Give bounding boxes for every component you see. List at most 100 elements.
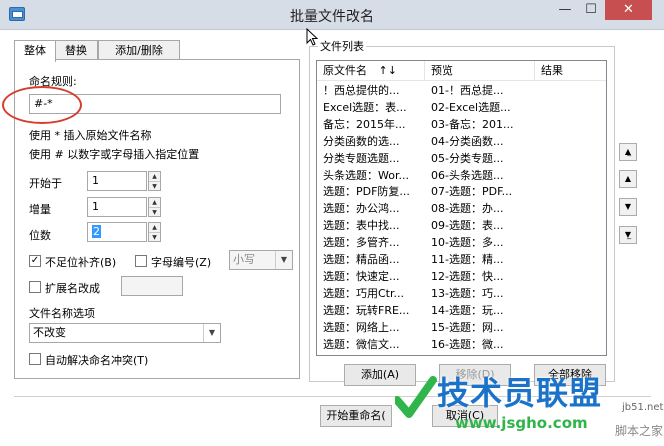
name-option-select[interactable]: 不改变 ▼ xyxy=(29,323,221,343)
digits-label: 位数 xyxy=(29,229,51,242)
tab-replace[interactable]: 替换 xyxy=(54,40,98,61)
preview-name-cell: 14-选题：玩... xyxy=(431,303,504,317)
tab-overall[interactable]: 整体 xyxy=(14,40,56,62)
name-option-value: 不改变 xyxy=(33,326,66,339)
list-item[interactable]: 分类专题选题... 05-分类专题... xyxy=(317,151,606,167)
file-list[interactable]: 原文件名 ↑↓ 预览 结果 ！西总提供的... 01-！西总提... Excel选题… xyxy=(316,60,607,356)
sort-icon[interactable]: ↑↓ xyxy=(379,64,397,77)
list-item[interactable]: 选题：玩转FRE... 14-选题：玩... xyxy=(317,303,606,319)
preview-name-cell: 11-选题：精... xyxy=(431,253,504,266)
column-original-label: 原文件名 xyxy=(323,64,367,77)
list-item[interactable]: 选题：精品函... 11-选题：精... xyxy=(317,252,606,268)
original-name-cell: 选题：网络上... xyxy=(323,320,400,334)
original-name-cell: 分类函数的选... xyxy=(323,134,400,148)
original-name-cell: 选题：玩转FRE... xyxy=(323,303,410,317)
increment-spinner[interactable]: ▲ ▼ xyxy=(148,197,161,217)
preview-name-cell: 09-选题：表... xyxy=(431,219,504,233)
spin-up-icon[interactable]: ▲ xyxy=(149,223,160,233)
chevron-down-icon: ▼ xyxy=(275,251,292,269)
move-down-button[interactable]: ▼ xyxy=(619,198,637,216)
start-rename-button[interactable]: 开始重命名( xyxy=(320,405,392,427)
rule-hint-hash: 使用 # 以数字或字母插入指定位置 xyxy=(29,148,200,161)
highlight-ring xyxy=(2,86,82,124)
original-name-cell: 选题：表中找... xyxy=(323,219,400,233)
list-item[interactable]: 备忘：2015年... 03-备忘：201... xyxy=(317,117,606,133)
preview-name-cell: 04-分类函数... xyxy=(431,134,504,148)
watermark-corner: 脚本之家 xyxy=(615,424,664,438)
column-preview[interactable]: 预览 xyxy=(425,61,535,81)
list-item[interactable]: ！西总提供的... 01-！西总提... xyxy=(317,83,606,99)
list-item[interactable]: 选题：网络上... 15-选题：网... xyxy=(317,320,606,336)
list-item[interactable]: 选题：微信文... 16-选题：微... xyxy=(317,337,606,353)
list-item[interactable]: 选题：表中找... 09-选题：表... xyxy=(317,218,606,234)
watermark-site: jb51.net xyxy=(622,402,664,413)
minimize-button[interactable]: — xyxy=(552,0,578,20)
move-top-button[interactable]: ▲̲ xyxy=(619,143,637,161)
start-spinner[interactable]: ▲ ▼ xyxy=(148,171,161,191)
digits-value: 2 xyxy=(92,225,101,238)
chevron-down-icon: ▼ xyxy=(203,324,220,342)
ext-label: 扩展名改成 xyxy=(45,282,100,295)
digits-spinner[interactable]: ▲ ▼ xyxy=(148,222,161,242)
original-name-cell: 选题：办公鸿... xyxy=(323,202,400,216)
watermark: 技术员联盟 www.jsgho.com jb51.net 脚本之家 xyxy=(393,358,664,443)
mouse-cursor-icon xyxy=(306,28,318,46)
list-item[interactable]: 选题：快速定... 12-选题：快... xyxy=(317,269,606,285)
tab-add-delete[interactable]: 添加/删除 xyxy=(98,40,180,61)
original-name-cell: 选题：精品函... xyxy=(323,253,400,266)
maximize-button[interactable]: ☐ xyxy=(578,0,604,20)
list-item[interactable]: 头条选题：Wor... 06-头条选题... xyxy=(317,168,606,184)
preview-name-cell: 02-Excel选题... xyxy=(431,100,511,114)
list-item[interactable]: 分类函数的选... 04-分类函数... xyxy=(317,134,606,150)
original-name-cell: 头条选题：Wor... xyxy=(323,168,409,182)
original-name-cell: 选题：PDF防复... xyxy=(323,185,410,199)
list-item[interactable]: Excel选题：表... 02-Excel选题... xyxy=(317,100,606,116)
rule-hint-star: 使用 * 插入原始文件名称 xyxy=(29,129,152,142)
preview-name-cell: 13-选题：巧... xyxy=(431,286,504,300)
file-list-title: 文件列表 xyxy=(318,38,366,54)
move-bottom-button[interactable]: ▼̲ xyxy=(619,226,637,244)
auto-checkbox[interactable] xyxy=(29,353,41,365)
watermark-url: www.jsgho.com xyxy=(455,414,588,432)
list-item[interactable]: 选题：办公鸿... 08-选题：办... xyxy=(317,201,606,217)
spin-down-icon[interactable]: ▼ xyxy=(149,208,160,217)
original-name-cell: ！西总提供的... xyxy=(323,84,400,97)
spin-up-icon[interactable]: ▲ xyxy=(149,198,160,208)
preview-name-cell: 16-选题：微... xyxy=(431,337,504,351)
preview-name-cell: 08-选题：办... xyxy=(431,202,504,216)
original-name-cell: 选题：多管齐... xyxy=(323,236,400,250)
column-result[interactable]: 结果 xyxy=(535,61,606,81)
list-item[interactable]: 选题：多管齐... 10-选题：多... xyxy=(317,235,606,251)
list-item[interactable]: 选题：PDF防复... 07-选题：PDF... xyxy=(317,184,606,200)
preview-name-cell: 01-！西总提... xyxy=(431,84,504,97)
spin-down-icon[interactable]: ▼ xyxy=(149,182,160,191)
original-name-cell: 选题：微信文... xyxy=(323,337,400,351)
original-name-cell: 备忘：2015年... xyxy=(323,117,406,131)
list-item[interactable]: 选题：巧用Ctr... 13-选题：巧... xyxy=(317,286,606,302)
close-button[interactable]: ✕ xyxy=(605,0,652,20)
letter-case-value: 小写 xyxy=(233,253,255,266)
increment-input[interactable]: 1 xyxy=(87,197,147,217)
column-original[interactable]: 原文件名 ↑↓ xyxy=(317,61,425,81)
original-name-cell: 选题：快速定... xyxy=(323,269,400,283)
original-name-cell: Excel选题：表... xyxy=(323,100,407,114)
spin-down-icon[interactable]: ▼ xyxy=(149,233,160,242)
digits-input[interactable]: 2 xyxy=(87,222,147,242)
preview-name-cell: 15-选题：网... xyxy=(431,320,504,334)
spin-up-icon[interactable]: ▲ xyxy=(149,172,160,182)
original-name-cell: 选题：巧用Ctr... xyxy=(323,286,404,300)
pad-checkbox[interactable]: ✓ xyxy=(29,255,41,267)
increment-label: 增量 xyxy=(29,203,51,216)
preview-name-cell: 06-头条选题... xyxy=(431,168,504,182)
letter-case-select[interactable]: 小写 ▼ xyxy=(229,250,293,270)
start-label: 开始于 xyxy=(29,177,62,190)
pad-label: 不足位补齐(B) xyxy=(45,256,117,269)
ext-checkbox[interactable] xyxy=(29,281,41,293)
watermark-brand: 技术员联盟 xyxy=(437,374,603,412)
preview-name-cell: 10-选题：多... xyxy=(431,236,504,250)
letter-checkbox[interactable] xyxy=(135,255,147,267)
ext-input[interactable] xyxy=(121,276,183,296)
start-input[interactable]: 1 xyxy=(87,171,147,191)
letter-label: 字母编号(Z) xyxy=(151,256,212,269)
move-up-button[interactable]: ▲ xyxy=(619,170,637,188)
